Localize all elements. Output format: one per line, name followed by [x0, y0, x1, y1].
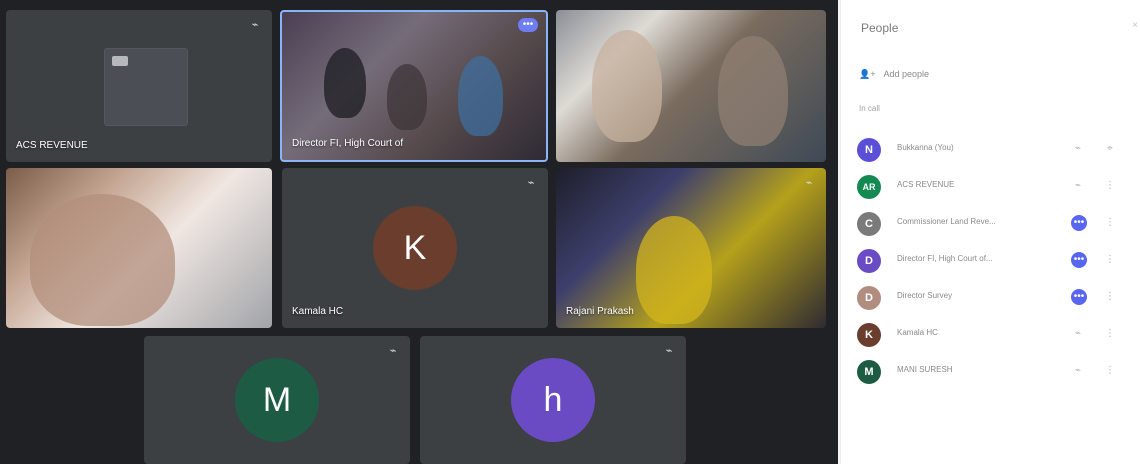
- participant-list: N Bukkanna (You) ⌁ ⌖ AR ACS REVENUE ⌁ ⋮ …: [857, 132, 1127, 391]
- participant-name: Kamala HC: [897, 328, 938, 337]
- more-vert-icon[interactable]: ⋮: [1103, 216, 1117, 230]
- participant-name: Director Survey: [897, 291, 953, 300]
- audio-level-icon[interactable]: •••: [1071, 289, 1087, 305]
- participant-row[interactable]: D Director FI, High Court of... ••• ⋮: [857, 243, 1127, 280]
- mic-off-icon: ⌁: [389, 345, 397, 357]
- screen-share-preview: [104, 48, 188, 126]
- add-people-button[interactable]: 👤+ Add people: [859, 68, 929, 80]
- video-person: [30, 194, 175, 326]
- participant-tile-bukkanna-video[interactable]: [6, 168, 272, 328]
- mic-off-icon[interactable]: ⌁: [1071, 179, 1085, 193]
- mic-off-icon[interactable]: ⌁: [1071, 364, 1085, 378]
- avatar: AR: [857, 175, 881, 199]
- audio-level-icon: •••: [518, 18, 538, 32]
- participant-tile-commissioner-video[interactable]: [556, 10, 826, 162]
- video-person: [458, 56, 503, 136]
- more-vert-icon[interactable]: ⋮: [1103, 253, 1117, 267]
- mic-off-icon: ⌁: [251, 19, 259, 31]
- mic-off-icon: ⌁: [805, 177, 813, 189]
- participant-name: Director FI, High Court of: [292, 138, 404, 149]
- participant-row[interactable]: AR ACS REVENUE ⌁ ⋮: [857, 169, 1127, 206]
- participant-tile-rajani[interactable]: ⌁ Rajani Prakash: [556, 168, 826, 328]
- audio-level-icon[interactable]: •••: [1071, 252, 1087, 268]
- avatar: D: [857, 286, 881, 310]
- participant-name: Bukkanna (You): [897, 143, 954, 152]
- people-sidebar: People × 👤+ Add people In call N Bukkann…: [840, 0, 1140, 464]
- participant-tile-acs-revenue[interactable]: ⌁ ACS REVENUE: [6, 10, 272, 162]
- more-vert-icon[interactable]: ⋮: [1103, 179, 1117, 193]
- participant-name: Kamala HC: [292, 306, 344, 317]
- avatar: K: [373, 206, 457, 290]
- participant-name: ACS REVENUE: [16, 140, 88, 151]
- avatar: K: [857, 323, 881, 347]
- video-person: [324, 48, 366, 118]
- more-vert-icon[interactable]: ⋮: [1103, 290, 1117, 304]
- mic-off-icon[interactable]: ⌁: [1071, 142, 1085, 156]
- more-vert-icon[interactable]: ⋮: [1103, 327, 1117, 341]
- more-vert-icon[interactable]: ⋮: [1103, 364, 1117, 378]
- mic-off-icon: ⌁: [527, 177, 535, 189]
- avatar: M: [235, 358, 319, 442]
- participant-name: Director FI, High Court of...: [897, 254, 993, 263]
- avatar: C: [857, 212, 881, 236]
- participant-tile-h[interactable]: ⌁ h: [420, 336, 686, 464]
- participant-name: MANI SURESH: [897, 365, 953, 374]
- participant-row[interactable]: M MANI SURESH ⌁ ⋮: [857, 354, 1127, 391]
- participant-row[interactable]: N Bukkanna (You) ⌁ ⌖: [857, 132, 1127, 169]
- mic-off-icon[interactable]: ⌁: [1071, 327, 1085, 341]
- video-person: [718, 36, 788, 146]
- participant-name: Rajani Prakash: [566, 306, 634, 317]
- video-person: [387, 64, 427, 130]
- participant-tile-director-fi[interactable]: ••• Director FI, High Court of: [280, 10, 548, 162]
- add-people-label: Add people: [883, 69, 930, 79]
- participant-row[interactable]: K Kamala HC ⌁ ⋮: [857, 317, 1127, 354]
- participant-name: ACS REVENUE: [897, 180, 955, 189]
- mic-off-icon: ⌁: [665, 345, 673, 357]
- meeting-app: ⌁ ACS REVENUE ••• Director FI, High Cour…: [0, 0, 1140, 464]
- video-grid: ⌁ ACS REVENUE ••• Director FI, High Cour…: [0, 0, 840, 464]
- close-icon[interactable]: ×: [1132, 20, 1138, 32]
- audio-level-icon[interactable]: •••: [1071, 215, 1087, 231]
- video-person: [636, 216, 712, 324]
- pin-icon[interactable]: ⌖: [1103, 142, 1117, 156]
- participant-row[interactable]: D Director Survey ••• ⋮: [857, 280, 1127, 317]
- participant-tile-mani[interactable]: ⌁ M: [144, 336, 410, 464]
- section-label: In call: [859, 104, 880, 113]
- avatar: M: [857, 360, 881, 384]
- participant-name: Commissioner Land Reve...: [897, 217, 996, 226]
- avatar: D: [857, 249, 881, 273]
- participant-row[interactable]: C Commissioner Land Reve... ••• ⋮: [857, 206, 1127, 243]
- participant-tile-kamala[interactable]: ⌁ K Kamala HC: [282, 168, 548, 328]
- avatar: h: [511, 358, 595, 442]
- add-person-icon: 👤+: [859, 69, 876, 79]
- sidebar-title: People: [861, 21, 899, 35]
- avatar: N: [857, 138, 881, 162]
- video-person: [592, 30, 662, 142]
